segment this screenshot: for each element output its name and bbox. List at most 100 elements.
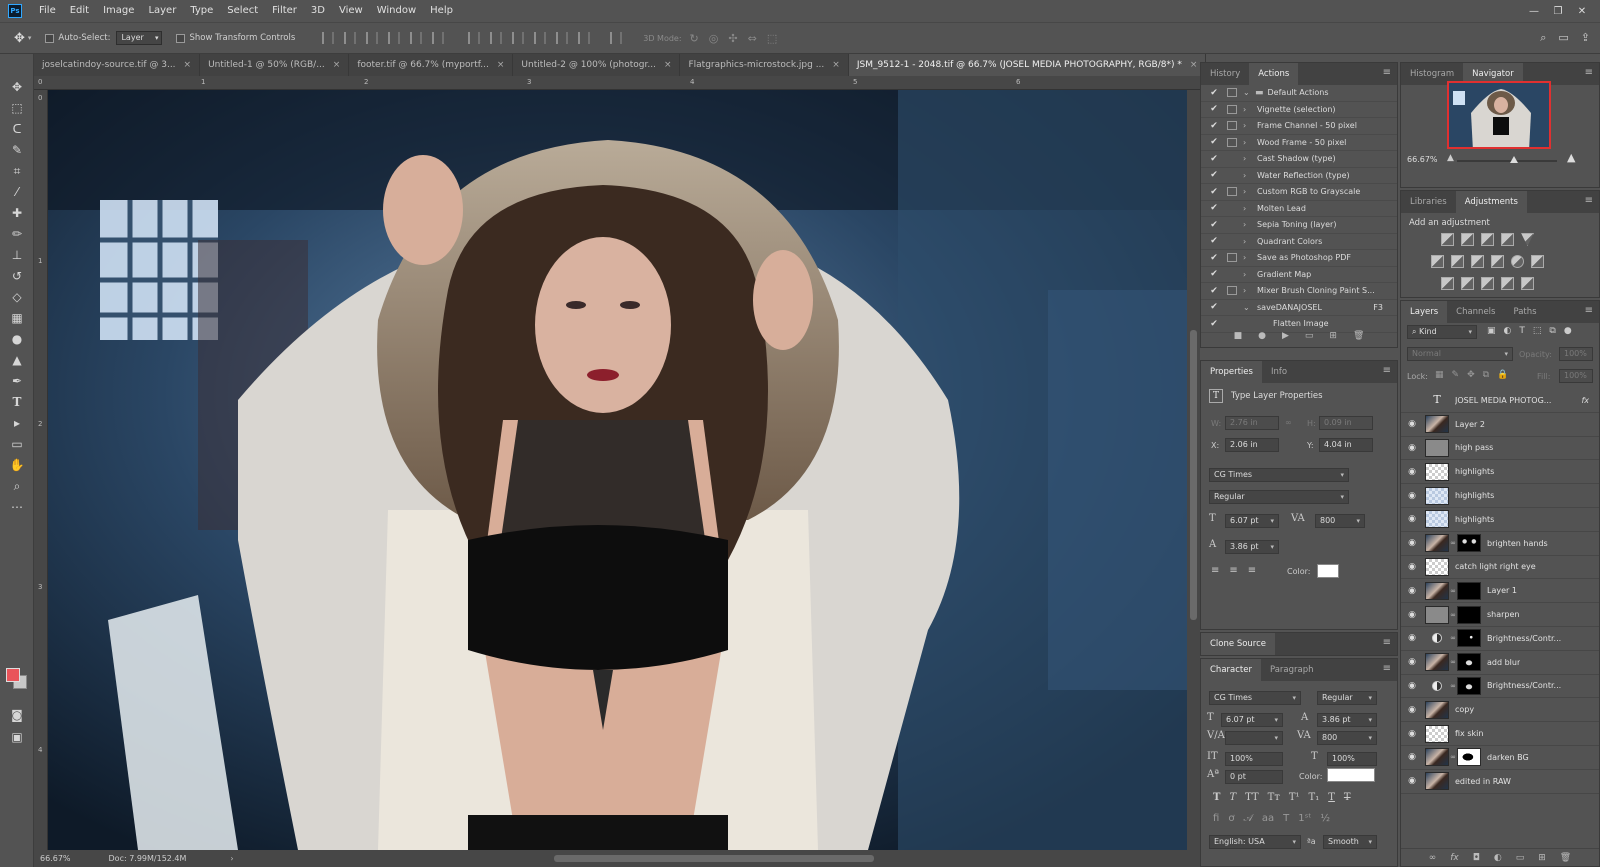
action-item[interactable]: ✔ › Wood Frame - 50 pixel bbox=[1201, 135, 1397, 151]
visibility-eye-icon[interactable]: ◉ bbox=[1401, 705, 1423, 715]
dialog-toggle-icon[interactable] bbox=[1227, 171, 1237, 180]
visibility-eye-icon[interactable]: ◉ bbox=[1401, 467, 1423, 477]
old-style-icon[interactable]: ơ bbox=[1228, 813, 1234, 824]
foreground-color-swatch[interactable] bbox=[6, 668, 20, 682]
auto-select-dropdown[interactable]: Layer bbox=[116, 31, 163, 45]
document-tab[interactable]: joselcatindoy-source.tif @ 3... × bbox=[34, 54, 201, 76]
curves-icon[interactable] bbox=[1481, 233, 1494, 246]
distribute-hcenter-icon[interactable] bbox=[556, 32, 569, 44]
filter-toggle-icon[interactable]: ● bbox=[1564, 326, 1572, 336]
layer-mask-thumbnail[interactable] bbox=[1457, 653, 1481, 672]
layer-row[interactable]: ◉ edited in RAW bbox=[1401, 770, 1599, 794]
check-icon[interactable]: ✔ bbox=[1207, 154, 1221, 164]
tab-adjustments[interactable]: Adjustments bbox=[1455, 191, 1527, 213]
align-center-text-icon[interactable]: ≡ bbox=[1229, 565, 1237, 576]
distribute-vcenter-icon[interactable] bbox=[490, 32, 503, 44]
check-icon[interactable]: ✔ bbox=[1207, 269, 1221, 279]
layer-thumbnail[interactable] bbox=[1425, 724, 1449, 743]
restore-icon[interactable]: ❐ bbox=[1546, 0, 1570, 22]
chevron-icon[interactable]: › bbox=[1243, 154, 1253, 163]
panel-menu-icon[interactable]: ≡ bbox=[1585, 305, 1593, 316]
new-set-icon[interactable]: ▭ bbox=[1305, 331, 1314, 341]
all-caps-icon[interactable]: TT bbox=[1245, 792, 1259, 803]
screen-mode-icon[interactable]: ▣ bbox=[5, 727, 29, 747]
menu-type[interactable]: Type bbox=[183, 0, 220, 22]
navigator-zoom-knob[interactable] bbox=[1510, 156, 1518, 163]
close-tab-icon[interactable]: × bbox=[497, 60, 505, 70]
layer-thumbnail[interactable] bbox=[1425, 462, 1449, 481]
close-icon[interactable]: ✕ bbox=[1570, 0, 1594, 22]
posterize-icon[interactable] bbox=[1461, 277, 1474, 290]
tracking-field[interactable]: 800 bbox=[1315, 514, 1365, 528]
menu-layer[interactable]: Layer bbox=[141, 0, 183, 22]
zoom-in-icon[interactable]: ▲ bbox=[1567, 151, 1575, 164]
layer-row[interactable]: ◉ ∞ Brightness/Contr... bbox=[1401, 675, 1599, 699]
layer-row[interactable]: ◉ ∞ sharpen bbox=[1401, 603, 1599, 627]
layer-thumbnail[interactable] bbox=[1425, 653, 1449, 672]
faux-italic-icon[interactable]: T bbox=[1229, 792, 1236, 803]
mask-link-icon[interactable]: ∞ bbox=[1449, 611, 1457, 619]
dialog-toggle-icon[interactable] bbox=[1227, 137, 1237, 147]
move-tool-preset-icon[interactable]: ✥ bbox=[14, 31, 25, 46]
layer-thumbnail[interactable] bbox=[1425, 748, 1449, 767]
layer-name[interactable]: Brightness/Contr... bbox=[1487, 681, 1561, 690]
action-item[interactable]: ✔ › Save as Photoshop PDF bbox=[1201, 250, 1397, 267]
hue-saturation-icon[interactable] bbox=[1431, 255, 1444, 268]
move-tool-icon[interactable]: ✥ bbox=[5, 77, 29, 97]
leading-field[interactable]: 3.86 pt bbox=[1225, 540, 1279, 554]
layer-row[interactable]: ◉ ∞ Brightness/Contr... bbox=[1401, 627, 1599, 651]
action-item[interactable]: ✔ ⌄ saveDANAJOSEL F3 bbox=[1201, 300, 1397, 316]
brightness-icon[interactable] bbox=[1441, 233, 1454, 246]
black-white-icon[interactable] bbox=[1471, 255, 1484, 268]
menu-edit[interactable]: Edit bbox=[63, 0, 96, 22]
layer-mask-thumbnail[interactable] bbox=[1457, 534, 1481, 553]
transform-check[interactable] bbox=[176, 33, 186, 43]
layer-mask-thumbnail[interactable] bbox=[1457, 748, 1481, 767]
3d-pan-icon[interactable]: ✣ bbox=[728, 32, 737, 45]
menu-filter[interactable]: Filter bbox=[265, 0, 304, 22]
tab-actions[interactable]: Actions bbox=[1249, 63, 1299, 85]
document-tab[interactable]: footer.tif @ 66.7% (myportf... × bbox=[349, 54, 514, 76]
action-item[interactable]: ✔ › Frame Channel - 50 pixel bbox=[1201, 118, 1397, 135]
show-transform-controls-checkbox[interactable]: Show Transform Controls bbox=[176, 33, 295, 43]
ligatures-icon[interactable]: fi bbox=[1213, 813, 1219, 824]
layer-name[interactable]: copy bbox=[1455, 705, 1474, 714]
dialog-toggle-icon[interactable] bbox=[1227, 121, 1237, 131]
zoom-out-icon[interactable]: ▲ bbox=[1447, 153, 1454, 163]
align-hcenter-icon[interactable] bbox=[410, 32, 423, 44]
layer-fx-icon[interactable]: fx bbox=[1581, 396, 1589, 405]
visibility-eye-icon[interactable]: ◉ bbox=[1401, 538, 1423, 548]
x-field[interactable]: 2.06 in bbox=[1225, 438, 1279, 452]
document-tab[interactable]: Flatgraphics-microstock.jpg ... × bbox=[680, 54, 849, 76]
layer-row[interactable]: ◉ ∞ brighten hands bbox=[1401, 532, 1599, 556]
visibility-eye-icon[interactable]: ◉ bbox=[1401, 562, 1423, 572]
tab-properties[interactable]: Properties bbox=[1201, 361, 1262, 383]
path-selection-tool-icon[interactable]: ▸ bbox=[5, 413, 29, 433]
chevron-icon[interactable]: › bbox=[1243, 171, 1253, 180]
font-size-field[interactable]: 6.07 pt bbox=[1225, 514, 1279, 528]
quick-mask-icon[interactable]: ◙ bbox=[5, 705, 29, 725]
layer-thumbnail[interactable] bbox=[1425, 772, 1449, 791]
check-icon[interactable]: ✔ bbox=[1207, 236, 1221, 246]
chevron-icon[interactable]: › bbox=[1243, 237, 1253, 246]
layer-mask-thumbnail[interactable] bbox=[1457, 581, 1481, 600]
antialias-select[interactable]: Smooth bbox=[1323, 835, 1377, 849]
layer-name[interactable]: sharpen bbox=[1487, 610, 1520, 619]
invert-icon[interactable] bbox=[1441, 277, 1454, 290]
ordinals-icon[interactable]: 1ˢᵗ bbox=[1298, 813, 1311, 824]
minimize-icon[interactable]: — bbox=[1522, 0, 1546, 22]
layer-name[interactable]: JOSEL MEDIA PHOTOG... bbox=[1455, 396, 1551, 405]
channel-mixer-icon[interactable] bbox=[1511, 255, 1524, 268]
underline-icon[interactable]: T bbox=[1328, 792, 1335, 803]
layer-thumbnail[interactable] bbox=[1425, 438, 1449, 457]
rectangle-tool-icon[interactable]: ▭ bbox=[5, 434, 29, 454]
new-adjustment-icon[interactable]: ◐ bbox=[1494, 853, 1502, 863]
check-icon[interactable]: ✔ bbox=[1207, 302, 1221, 312]
layer-name[interactable]: highlights bbox=[1455, 467, 1494, 476]
layer-name[interactable]: highlights bbox=[1455, 491, 1494, 500]
mask-link-icon[interactable]: ∞ bbox=[1449, 682, 1457, 690]
add-mask-icon[interactable]: ◘ bbox=[1473, 853, 1480, 863]
layer-row[interactable]: ◉ ∞ Layer 1 bbox=[1401, 579, 1599, 604]
align-bottom-icon[interactable] bbox=[366, 32, 379, 44]
close-tab-icon[interactable]: × bbox=[333, 60, 341, 70]
